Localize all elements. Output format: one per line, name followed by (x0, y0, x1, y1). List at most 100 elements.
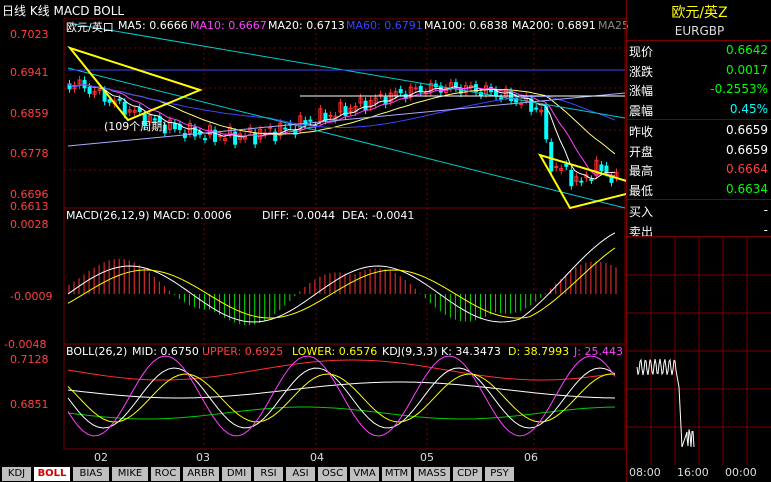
tab-mass[interactable]: MASS (414, 467, 450, 481)
y-tick: 0.6941 (10, 66, 49, 79)
ma25-label: MA25 (598, 19, 630, 32)
candle (398, 89, 403, 94)
mini-price-line (636, 358, 695, 448)
tab-psy[interactable]: PSY (485, 467, 514, 481)
tab-boll[interactable]: BOLL (34, 467, 70, 481)
intraday-mini-chart[interactable] (627, 237, 771, 465)
quote-label: 震幅 (629, 103, 654, 118)
quote-row: 现价 0.6642 (627, 41, 771, 60)
candle (604, 165, 609, 174)
boll-lower-line (67, 406, 615, 420)
ma200-label: MA200: 0.6891 (512, 19, 596, 32)
ma100-label: MA100: 0.6838 (424, 19, 508, 32)
candle (308, 119, 313, 122)
tab-roc[interactable]: ROC (151, 467, 180, 481)
x-tick: 04 (310, 451, 324, 464)
quote-label: 最高 (629, 164, 654, 178)
quote-value: 0.6659 (726, 142, 768, 157)
quote-row: 昨收 0.6659 (627, 121, 771, 140)
chart-canvas[interactable] (0, 18, 626, 466)
chart-area[interactable]: 欧元/英口 MA5: 0.6666 MA10: 0.6667 MA20: 0.6… (0, 18, 630, 466)
kdj-d: D: 38.7993 (508, 345, 570, 358)
tab-arbr[interactable]: ARBR (183, 467, 219, 481)
tab-cdp[interactable]: CDP (453, 467, 482, 481)
candle (328, 114, 333, 117)
quote-value: - (763, 222, 768, 237)
mini-time-label: 16:00 (677, 466, 709, 479)
candle (378, 94, 383, 97)
candle (554, 166, 559, 169)
quote-label: 现价 (629, 45, 654, 59)
macd-y-tick: -0.0048 (4, 338, 47, 351)
quote-value: 0.6642 (726, 43, 768, 57)
mini-time-label: 00:00 (725, 466, 757, 479)
candle (182, 132, 187, 139)
symbol-label: 欧元/英口 (66, 21, 114, 34)
indicator-tabs: KDJ BOLL BIAS MIKE ROC ARBR DMI RSI ASI OSC VMA MTM… (0, 466, 626, 482)
kdj-d-line (67, 373, 616, 423)
y-tick: 0.6613 (10, 200, 49, 213)
kdj-j: J: 25.443 (574, 345, 623, 358)
tab-dmi[interactable]: DMI (222, 467, 251, 481)
mini-time-label: 08:00 (629, 466, 661, 479)
quote-row: 买入 - (627, 201, 771, 220)
y-tick: 0.6778 (10, 147, 49, 160)
quote-row: 涨跌 0.0017 (627, 61, 771, 80)
tab-osc[interactable]: OSC (318, 467, 347, 481)
candle (468, 85, 473, 88)
quote-row: 涨幅 -0.2553% (627, 80, 771, 99)
candle (534, 107, 539, 110)
quote-value: - (763, 203, 768, 217)
candle (499, 97, 504, 100)
quote-panel: 欧元/英Z EURGBP 现价 0.6642 涨跌 0.0017 涨幅 -0.2553% 震… (626, 0, 771, 482)
tab-mtm[interactable]: MTM (382, 467, 411, 481)
tab-vma[interactable]: VMA (350, 467, 379, 481)
divider (627, 118, 771, 120)
quote-label: 开盘 (629, 144, 654, 159)
candle (172, 123, 177, 130)
ma5-label: MA5: 0.6666 (118, 19, 188, 32)
ma60-label: MA60: 0.6791 (346, 19, 423, 32)
chart-title: 日线 K线 MACD BOLL (2, 4, 125, 18)
quote-label: 最低 (629, 183, 654, 198)
tab-asi[interactable]: ASI (286, 467, 315, 481)
tab-bias[interactable]: BIAS (73, 467, 109, 481)
macd-title: MACD(26,12,9) MACD: 0.0006 (66, 209, 232, 222)
boll-upper-line (67, 359, 616, 381)
quote-value: 0.6664 (726, 162, 768, 176)
candle (202, 138, 207, 141)
quote-row: 最高 0.6664 (627, 160, 771, 179)
kdj-j-line (67, 355, 616, 437)
candle (117, 98, 122, 101)
boll-upper: UPPER: 0.6925 (202, 345, 284, 358)
quote-label: 涨跌 (629, 64, 654, 79)
macd-y-tick: 0.0028 (10, 218, 49, 231)
candle (303, 120, 308, 126)
candles-group (67, 22, 626, 210)
period-annotation: (109个周期) (104, 120, 167, 133)
y-tick: 0.6859 (10, 107, 49, 120)
candle (343, 106, 348, 116)
candle (122, 101, 127, 115)
quote-label: 买入 (629, 205, 654, 219)
candle (599, 164, 604, 172)
x-tick: 06 (524, 451, 538, 464)
quote-row: 震幅 0.45% (627, 100, 771, 119)
candle (82, 79, 87, 89)
tab-kdj[interactable]: KDJ (2, 467, 31, 481)
quote-row: 最低 0.6634 (627, 180, 771, 199)
quote-value: 0.6659 (726, 123, 768, 137)
quote-value: -0.2553% (710, 82, 768, 96)
ma20-label: MA20: 0.6713 (268, 19, 345, 32)
macd-dea: DEA: -0.0041 (342, 209, 415, 222)
dea-line (67, 247, 616, 319)
boll-lower: LOWER: 0.6576 (292, 345, 378, 358)
candle (589, 178, 594, 181)
candle (544, 106, 549, 140)
tab-rsi[interactable]: RSI (254, 467, 283, 481)
candle (564, 163, 569, 167)
candle (579, 180, 584, 183)
quote-value: 0.45% (729, 101, 768, 116)
quote-code: EURGBP (674, 24, 725, 38)
tab-mike[interactable]: MIKE (112, 467, 148, 481)
